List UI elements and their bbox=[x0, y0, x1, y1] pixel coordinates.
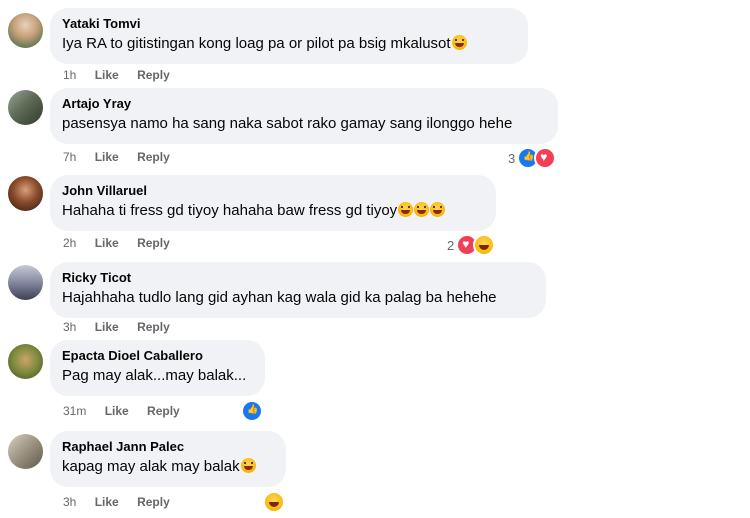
comment-author[interactable]: John Villaruel bbox=[62, 183, 484, 199]
comment-text: kapag may alak may balak bbox=[62, 457, 274, 477]
reaction-summary[interactable] bbox=[263, 491, 285, 513]
comment-text: Hajahhaha tudlo lang gid ayhan kag wala … bbox=[62, 289, 497, 306]
reply-button[interactable]: Reply bbox=[137, 495, 170, 509]
comment-time[interactable]: 31m bbox=[63, 404, 86, 418]
reaction-count: 2 bbox=[447, 237, 455, 253]
like-button[interactable]: Like bbox=[95, 320, 119, 334]
comment-actions: 1h Like Reply bbox=[63, 68, 185, 82]
laughing-emoji-icon bbox=[451, 35, 467, 50]
reply-button[interactable]: Reply bbox=[137, 236, 170, 250]
reaction-summary[interactable]: 3 bbox=[508, 147, 557, 169]
comment-text: pasensya namo ha sang naka sabot rako ga… bbox=[62, 115, 513, 132]
reaction-summary[interactable]: 2 bbox=[447, 234, 496, 256]
haha-reaction-icon bbox=[263, 491, 285, 513]
avatar[interactable] bbox=[8, 176, 43, 211]
avatar[interactable] bbox=[8, 434, 43, 469]
avatar[interactable] bbox=[8, 13, 43, 48]
reaction-summary[interactable] bbox=[241, 400, 263, 422]
comment-bubble: Epacta Dioel Caballero Pag may alak...ma… bbox=[50, 340, 265, 396]
rofl-emoji-icon bbox=[414, 202, 430, 217]
comment-time[interactable]: 2h bbox=[63, 236, 76, 250]
avatar[interactable] bbox=[8, 90, 43, 125]
comment-author[interactable]: Yataki Tomvi bbox=[62, 16, 516, 32]
comment-bubble: Yataki Tomvi Iya RA to gitistingan kong … bbox=[50, 8, 528, 64]
comment-actions: 2h Like Reply bbox=[63, 236, 185, 250]
like-button[interactable]: Like bbox=[105, 404, 129, 418]
laughing-emoji-icon bbox=[240, 458, 256, 473]
like-reaction-icon bbox=[241, 400, 263, 422]
comment-author[interactable]: Raphael Jann Palec bbox=[62, 439, 274, 455]
reply-button[interactable]: Reply bbox=[137, 68, 170, 82]
avatar[interactable] bbox=[8, 265, 43, 300]
haha-reaction-icon bbox=[473, 234, 496, 256]
rofl-emoji-icon bbox=[398, 202, 414, 217]
comment-bubble: Artajo Yray pasensya namo ha sang naka s… bbox=[50, 88, 558, 144]
comment-time[interactable]: 3h bbox=[63, 495, 76, 509]
comment-actions: 3h Like Reply bbox=[63, 320, 185, 334]
love-reaction-icon bbox=[534, 147, 557, 169]
comment-text: Hahaha ti fress gd tiyoy hahaha baw fres… bbox=[62, 201, 484, 221]
comment-author[interactable]: Ricky Ticot bbox=[62, 270, 534, 286]
reaction-count: 3 bbox=[508, 150, 516, 166]
comment-bubble: Raphael Jann Palec kapag may alak may ba… bbox=[50, 431, 286, 487]
comment-bubble: Ricky Ticot Hajahhaha tudlo lang gid ayh… bbox=[50, 262, 546, 318]
comment-actions: 7h Like Reply bbox=[63, 150, 185, 164]
comment-bubble: John Villaruel Hahaha ti fress gd tiyoy … bbox=[50, 175, 496, 231]
like-button[interactable]: Like bbox=[95, 150, 119, 164]
comment-author[interactable]: Artajo Yray bbox=[62, 96, 546, 112]
comment-actions: 3h Like Reply bbox=[63, 495, 185, 509]
avatar[interactable] bbox=[8, 344, 43, 379]
like-button[interactable]: Like bbox=[95, 236, 119, 250]
comment-time[interactable]: 1h bbox=[63, 68, 76, 82]
like-button[interactable]: Like bbox=[95, 495, 119, 509]
comment-author[interactable]: Epacta Dioel Caballero bbox=[62, 348, 253, 364]
like-button[interactable]: Like bbox=[95, 68, 119, 82]
comment-time[interactable]: 7h bbox=[63, 150, 76, 164]
comment-text: Iya RA to gitistingan kong loag pa or pi… bbox=[62, 34, 516, 54]
comment-actions: 31m Like Reply bbox=[63, 404, 195, 418]
reply-button[interactable]: Reply bbox=[137, 320, 170, 334]
rofl-emoji-icon bbox=[430, 202, 446, 217]
reply-button[interactable]: Reply bbox=[147, 404, 180, 418]
reply-button[interactable]: Reply bbox=[137, 150, 170, 164]
comment-text: Pag may alak...may balak... bbox=[62, 367, 247, 384]
comment-time[interactable]: 3h bbox=[63, 320, 76, 334]
